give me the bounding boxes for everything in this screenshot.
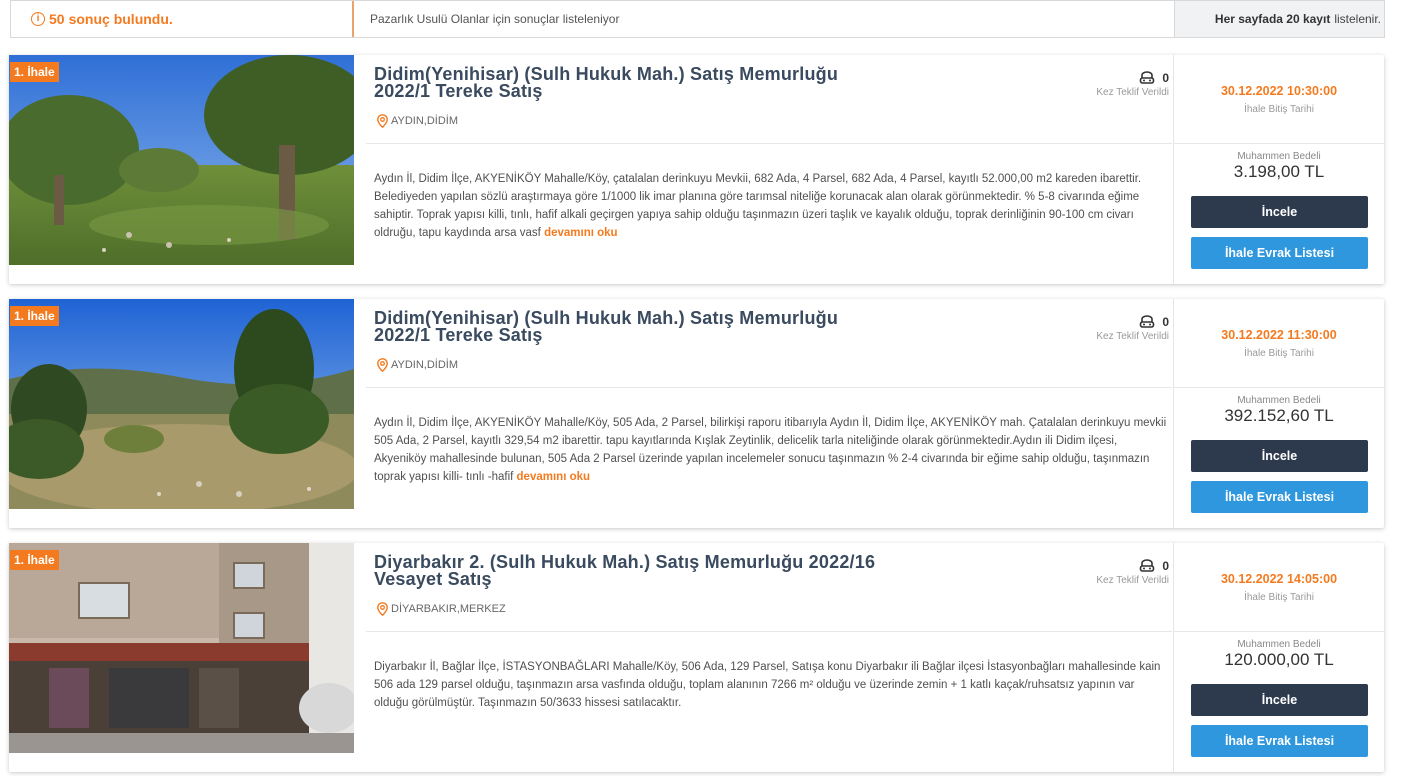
bid-count-label: Kez Teklif Verildi xyxy=(1096,87,1169,98)
estimated-value: 120.000,00 TL xyxy=(1224,650,1334,669)
bid-info: 0 Kez Teklif Verildi xyxy=(1054,71,1169,98)
per-page-selector[interactable]: Her sayfada 20 kayıt listelenir. xyxy=(1174,1,1384,37)
listing-location: DİYARBAKIR,MERKEZ xyxy=(377,602,506,616)
listing-description: Aydın İl, Didim İlçe, AKYENİKÖY Mahalle/… xyxy=(374,414,1169,486)
listing-description: Aydın İl, Didim İlçe, AKYENİKÖY Mahalle/… xyxy=(374,170,1169,242)
listing-sidebar: 30.12.2022 11:30:00 İhale Bitiş Tarihi M… xyxy=(1173,299,1384,528)
gavel-icon xyxy=(1140,315,1155,328)
auction-round-badge: 1. İhale xyxy=(10,550,59,570)
divider xyxy=(1174,387,1384,388)
read-more-link[interactable]: devamını oku xyxy=(517,471,591,483)
bid-count: 0 xyxy=(1162,71,1169,85)
result-count: i 50 sonuç bulundu. xyxy=(11,1,354,37)
bid-info: 0 Kez Teklif Verildi xyxy=(1054,315,1169,342)
listing-description: Diyarbakır İl, Bağlar İlçe, İSTASYONBAĞL… xyxy=(374,658,1169,712)
bid-count: 0 xyxy=(1162,559,1169,573)
divider xyxy=(366,387,1172,388)
bid-count-label: Kez Teklif Verildi xyxy=(1096,331,1169,342)
bid-count-label: Kez Teklif Verildi xyxy=(1096,575,1169,586)
location-text: DİYARBAKIR,MERKEZ xyxy=(391,603,506,615)
result-count-label: sonuç bulundu. xyxy=(68,11,173,27)
filter-info-text: Pazarlık Usulü Olanlar için sonuçlar lis… xyxy=(370,12,620,26)
auction-end-date: 30.12.2022 14:05:00 xyxy=(1220,572,1338,586)
divider xyxy=(1174,631,1384,632)
listing-sidebar: 30.12.2022 14:05:00 İhale Bitiş Tarihi M… xyxy=(1173,543,1384,772)
listing-title[interactable]: Didim(Yenihisar) (Sulh Hukuk Mah.) Satış… xyxy=(374,65,934,100)
inspect-button[interactable]: İncele xyxy=(1191,196,1368,228)
auction-end-date-label: İhale Bitiş Tarihi xyxy=(1244,348,1314,359)
description-text: Aydın İl, Didim İlçe, AKYENİKÖY Mahalle/… xyxy=(374,173,1142,239)
info-icon: i xyxy=(31,12,45,26)
estimated-value-label: Muhammen Bedeli xyxy=(1237,395,1321,406)
inspect-button[interactable]: İncele xyxy=(1191,440,1368,472)
listing-card: 1. İhale Didim(Yenihisar) (Sulh Hukuk Ma… xyxy=(9,299,1384,528)
description-text: Aydın İl, Didim İlçe, AKYENİKÖY Mahalle/… xyxy=(374,417,1167,483)
gavel-icon xyxy=(1140,559,1155,572)
listing-card: 1. İhale Diyarbakır 2. (Sulh Hukuk Mah.)… xyxy=(9,543,1384,772)
per-page-value[interactable]: Her sayfada 20 kayıt xyxy=(1215,12,1330,26)
results-bar: i 50 sonuç bulundu. Pazarlık Usulü Olanl… xyxy=(10,0,1385,38)
listing-title-line2[interactable]: Vesayet Satış xyxy=(374,570,934,588)
listing-location: AYDIN,DİDİM xyxy=(377,114,458,128)
location-text: AYDIN,DİDİM xyxy=(391,115,459,127)
location-pin-icon xyxy=(377,602,388,616)
estimated-value-label: Muhammen Bedeli xyxy=(1237,151,1321,162)
listing-title[interactable]: Didim(Yenihisar) (Sulh Hukuk Mah.) Satış… xyxy=(374,309,934,344)
listing-title-line2[interactable]: 2022/1 Tereke Satış xyxy=(374,82,934,100)
location-pin-icon xyxy=(377,114,388,128)
inspect-button[interactable]: İncele xyxy=(1191,684,1368,716)
auction-documents-button[interactable]: İhale Evrak Listesi xyxy=(1191,237,1368,269)
divider xyxy=(366,143,1172,144)
per-page-suffix: listelenir. xyxy=(1334,12,1381,26)
listing-photo[interactable]: 1. İhale xyxy=(9,55,354,265)
divider xyxy=(366,631,1172,632)
gavel-icon xyxy=(1140,71,1155,84)
listing-location: AYDIN,DİDİM xyxy=(377,358,458,372)
read-more-link[interactable]: devamını oku xyxy=(544,227,618,239)
listing-photo[interactable]: 1. İhale xyxy=(9,299,354,509)
auction-end-date: 30.12.2022 11:30:00 xyxy=(1221,328,1337,342)
listing-title-line2[interactable]: 2022/1 Tereke Satış xyxy=(374,326,934,344)
estimated-value: 3.198,00 TL xyxy=(1233,162,1325,181)
listing-card: 1. İhale Didim(Yenihisar) (Sulh Hukuk Ma… xyxy=(9,55,1384,284)
bid-info: 0 Kez Teklif Verildi xyxy=(1054,559,1169,586)
listing-sidebar: 30.12.2022 10:30:00 İhale Bitiş Tarihi M… xyxy=(1173,55,1384,284)
description-text: Diyarbakır İl, Bağlar İlçe, İSTASYONBAĞL… xyxy=(374,661,1161,709)
auction-end-date-label: İhale Bitiş Tarihi xyxy=(1244,104,1314,115)
listing-photo[interactable]: 1. İhale xyxy=(9,543,354,753)
auction-end-date: 30.12.2022 10:30:00 xyxy=(1220,84,1338,98)
bid-count: 0 xyxy=(1162,315,1169,329)
listing-title[interactable]: Diyarbakır 2. (Sulh Hukuk Mah.) Satış Me… xyxy=(374,553,934,588)
auction-documents-button[interactable]: İhale Evrak Listesi xyxy=(1191,725,1368,757)
divider xyxy=(1174,143,1384,144)
location-text: AYDIN,DİDİM xyxy=(391,359,459,371)
estimated-value: 392.152,60 TL xyxy=(1224,406,1334,425)
auction-round-badge: 1. İhale xyxy=(10,62,59,82)
auction-round-badge: 1. İhale xyxy=(10,306,59,326)
auction-documents-button[interactable]: İhale Evrak Listesi xyxy=(1191,481,1368,513)
location-pin-icon xyxy=(377,358,388,372)
estimated-value-label: Muhammen Bedeli xyxy=(1237,639,1321,650)
result-count-number: 50 xyxy=(49,11,65,27)
auction-end-date-label: İhale Bitiş Tarihi xyxy=(1244,592,1314,603)
